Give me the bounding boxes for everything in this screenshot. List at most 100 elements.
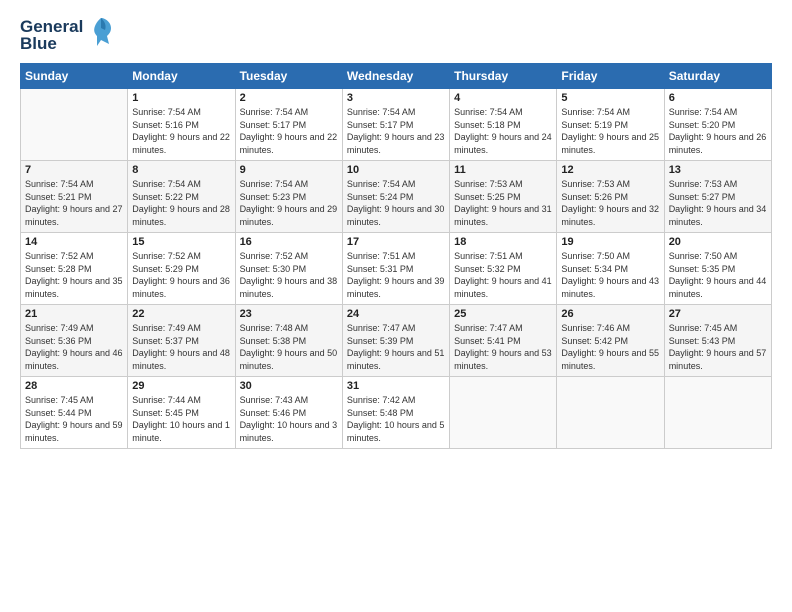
day-info: Sunrise: 7:54 AMSunset: 5:18 PMDaylight:… (454, 106, 552, 156)
day-info: Sunrise: 7:46 AMSunset: 5:42 PMDaylight:… (561, 322, 659, 372)
calendar-cell: 24Sunrise: 7:47 AMSunset: 5:39 PMDayligh… (342, 305, 449, 377)
day-info: Sunrise: 7:54 AMSunset: 5:24 PMDaylight:… (347, 178, 445, 228)
day-info: Sunrise: 7:44 AMSunset: 5:45 PMDaylight:… (132, 394, 230, 444)
day-number: 6 (669, 92, 767, 104)
day-info: Sunrise: 7:53 AMSunset: 5:26 PMDaylight:… (561, 178, 659, 228)
day-number: 27 (669, 308, 767, 320)
day-number: 15 (132, 236, 230, 248)
day-info: Sunrise: 7:50 AMSunset: 5:35 PMDaylight:… (669, 250, 767, 300)
day-info: Sunrise: 7:54 AMSunset: 5:20 PMDaylight:… (669, 106, 767, 156)
day-info: Sunrise: 7:50 AMSunset: 5:34 PMDaylight:… (561, 250, 659, 300)
day-number: 11 (454, 164, 552, 176)
calendar-cell: 1 Sunrise: 7:54 AMSunset: 5:16 PMDaylight… (128, 89, 235, 161)
calendar-cell: 28 Sunrise: 7:45 AMSunset: 5:44 PMDayligh… (21, 377, 128, 449)
calendar-cell: 9 Sunrise: 7:54 AMSunset: 5:23 PMDaylight… (235, 161, 342, 233)
logo-bird-icon (87, 16, 115, 53)
calendar-cell: 20 Sunrise: 7:50 AMSunset: 5:35 PMDayligh… (664, 233, 771, 305)
calendar-cell (557, 377, 664, 449)
day-number: 16 (240, 236, 338, 248)
day-number: 25 (454, 308, 552, 320)
calendar-cell: 30 Sunrise: 7:43 AMSunset: 5:46 PMDayligh… (235, 377, 342, 449)
day-number: 5 (561, 92, 659, 104)
day-number: 14 (25, 236, 123, 248)
day-info: Sunrise: 7:49 AMSunset: 5:37 PMDaylight:… (132, 322, 230, 372)
day-number: 28 (25, 380, 123, 392)
day-info: Sunrise: 7:52 AMSunset: 5:28 PMDaylight:… (25, 250, 123, 300)
day-info: Sunrise: 7:47 AMSunset: 5:41 PMDaylight:… (454, 322, 552, 372)
calendar-cell: 11 Sunrise: 7:53 AMSunset: 5:25 PMDayligh… (450, 161, 557, 233)
day-info: Sunrise: 7:54 AMSunset: 5:19 PMDaylight:… (561, 106, 659, 156)
calendar-cell: 4 Sunrise: 7:54 AMSunset: 5:18 PMDaylight… (450, 89, 557, 161)
col-header-friday: Friday (557, 64, 664, 89)
day-info: Sunrise: 7:47 AMSunset: 5:39 PMDaylight:… (347, 322, 445, 372)
calendar-cell: 2Sunrise: 7:54 AMSunset: 5:17 PMDaylight… (235, 89, 342, 161)
day-info: Sunrise: 7:53 AMSunset: 5:27 PMDaylight:… (669, 178, 767, 228)
calendar-cell: 23Sunrise: 7:48 AMSunset: 5:38 PMDayligh… (235, 305, 342, 377)
day-number: 4 (454, 92, 552, 104)
calendar-cell: 7 Sunrise: 7:54 AMSunset: 5:21 PMDaylight… (21, 161, 128, 233)
day-number: 19 (561, 236, 659, 248)
day-number: 3 (347, 92, 445, 104)
day-number: 31 (347, 380, 445, 392)
calendar-cell: 27 Sunrise: 7:45 AMSunset: 5:43 PMDayligh… (664, 305, 771, 377)
day-number: 8 (132, 164, 230, 176)
day-info: Sunrise: 7:52 AMSunset: 5:30 PMDaylight:… (240, 250, 338, 300)
calendar-cell: 8 Sunrise: 7:54 AMSunset: 5:22 PMDaylight… (128, 161, 235, 233)
calendar-cell: 16 Sunrise: 7:52 AMSunset: 5:30 PMDayligh… (235, 233, 342, 305)
day-info: Sunrise: 7:43 AMSunset: 5:46 PMDaylight:… (240, 394, 338, 444)
calendar-cell: 13 Sunrise: 7:53 AMSunset: 5:27 PMDayligh… (664, 161, 771, 233)
day-number: 30 (240, 380, 338, 392)
calendar-cell: 21 Sunrise: 7:49 AMSunset: 5:36 PMDayligh… (21, 305, 128, 377)
calendar-cell: 12 Sunrise: 7:53 AMSunset: 5:26 PMDayligh… (557, 161, 664, 233)
day-info: Sunrise: 7:49 AMSunset: 5:36 PMDaylight:… (25, 322, 123, 372)
calendar-cell (664, 377, 771, 449)
day-info: Sunrise: 7:42 AMSunset: 5:48 PMDaylight:… (347, 394, 445, 444)
day-info: Sunrise: 7:54 AMSunset: 5:22 PMDaylight:… (132, 178, 230, 228)
day-info: Sunrise: 7:45 AMSunset: 5:44 PMDaylight:… (25, 394, 123, 444)
day-info: Sunrise: 7:52 AMSunset: 5:29 PMDaylight:… (132, 250, 230, 300)
calendar-cell (21, 89, 128, 161)
day-number: 12 (561, 164, 659, 176)
day-info: Sunrise: 7:54 AMSunset: 5:16 PMDaylight:… (132, 106, 230, 156)
calendar-cell: 31 Sunrise: 7:42 AMSunset: 5:48 PMDayligh… (342, 377, 449, 449)
day-number: 17 (347, 236, 445, 248)
col-header-monday: Monday (128, 64, 235, 89)
calendar-cell: 6 Sunrise: 7:54 AMSunset: 5:20 PMDaylight… (664, 89, 771, 161)
col-header-tuesday: Tuesday (235, 64, 342, 89)
calendar-cell: 15 Sunrise: 7:52 AMSunset: 5:29 PMDayligh… (128, 233, 235, 305)
day-number: 22 (132, 308, 230, 320)
calendar-cell: 17 Sunrise: 7:51 AMSunset: 5:31 PMDayligh… (342, 233, 449, 305)
calendar-cell: 26 Sunrise: 7:46 AMSunset: 5:42 PMDayligh… (557, 305, 664, 377)
day-number: 20 (669, 236, 767, 248)
day-info: Sunrise: 7:54 AMSunset: 5:17 PMDaylight:… (347, 106, 445, 156)
day-info: Sunrise: 7:51 AMSunset: 5:32 PMDaylight:… (454, 250, 552, 300)
col-header-sunday: Sunday (21, 64, 128, 89)
day-info: Sunrise: 7:53 AMSunset: 5:25 PMDaylight:… (454, 178, 552, 228)
day-info: Sunrise: 7:45 AMSunset: 5:43 PMDaylight:… (669, 322, 767, 372)
calendar-cell: 25 Sunrise: 7:47 AMSunset: 5:41 PMDayligh… (450, 305, 557, 377)
day-number: 18 (454, 236, 552, 248)
calendar-cell: 5 Sunrise: 7:54 AMSunset: 5:19 PMDaylight… (557, 89, 664, 161)
day-number: 7 (25, 164, 123, 176)
calendar-cell: 18 Sunrise: 7:51 AMSunset: 5:32 PMDayligh… (450, 233, 557, 305)
calendar-cell: 29Sunrise: 7:44 AMSunset: 5:45 PMDayligh… (128, 377, 235, 449)
day-number: 10 (347, 164, 445, 176)
calendar-cell: 10 Sunrise: 7:54 AMSunset: 5:24 PMDayligh… (342, 161, 449, 233)
day-number: 13 (669, 164, 767, 176)
day-info: Sunrise: 7:48 AMSunset: 5:38 PMDaylight:… (240, 322, 338, 372)
day-number: 26 (561, 308, 659, 320)
calendar-cell: 22 Sunrise: 7:49 AMSunset: 5:37 PMDayligh… (128, 305, 235, 377)
col-header-saturday: Saturday (664, 64, 771, 89)
day-info: Sunrise: 7:51 AMSunset: 5:31 PMDaylight:… (347, 250, 445, 300)
calendar-table: SundayMondayTuesdayWednesdayThursdayFrid… (20, 63, 772, 449)
day-number: 9 (240, 164, 338, 176)
calendar-cell: 19 Sunrise: 7:50 AMSunset: 5:34 PMDayligh… (557, 233, 664, 305)
day-number: 1 (132, 92, 230, 104)
day-info: Sunrise: 7:54 AMSunset: 5:21 PMDaylight:… (25, 178, 123, 228)
day-number: 21 (25, 308, 123, 320)
calendar-cell: 14 Sunrise: 7:52 AMSunset: 5:28 PMDayligh… (21, 233, 128, 305)
logo: General Blue (20, 16, 115, 53)
calendar-cell: 3 Sunrise: 7:54 AMSunset: 5:17 PMDaylight… (342, 89, 449, 161)
day-info: Sunrise: 7:54 AMSunset: 5:23 PMDaylight:… (240, 178, 338, 228)
col-header-thursday: Thursday (450, 64, 557, 89)
